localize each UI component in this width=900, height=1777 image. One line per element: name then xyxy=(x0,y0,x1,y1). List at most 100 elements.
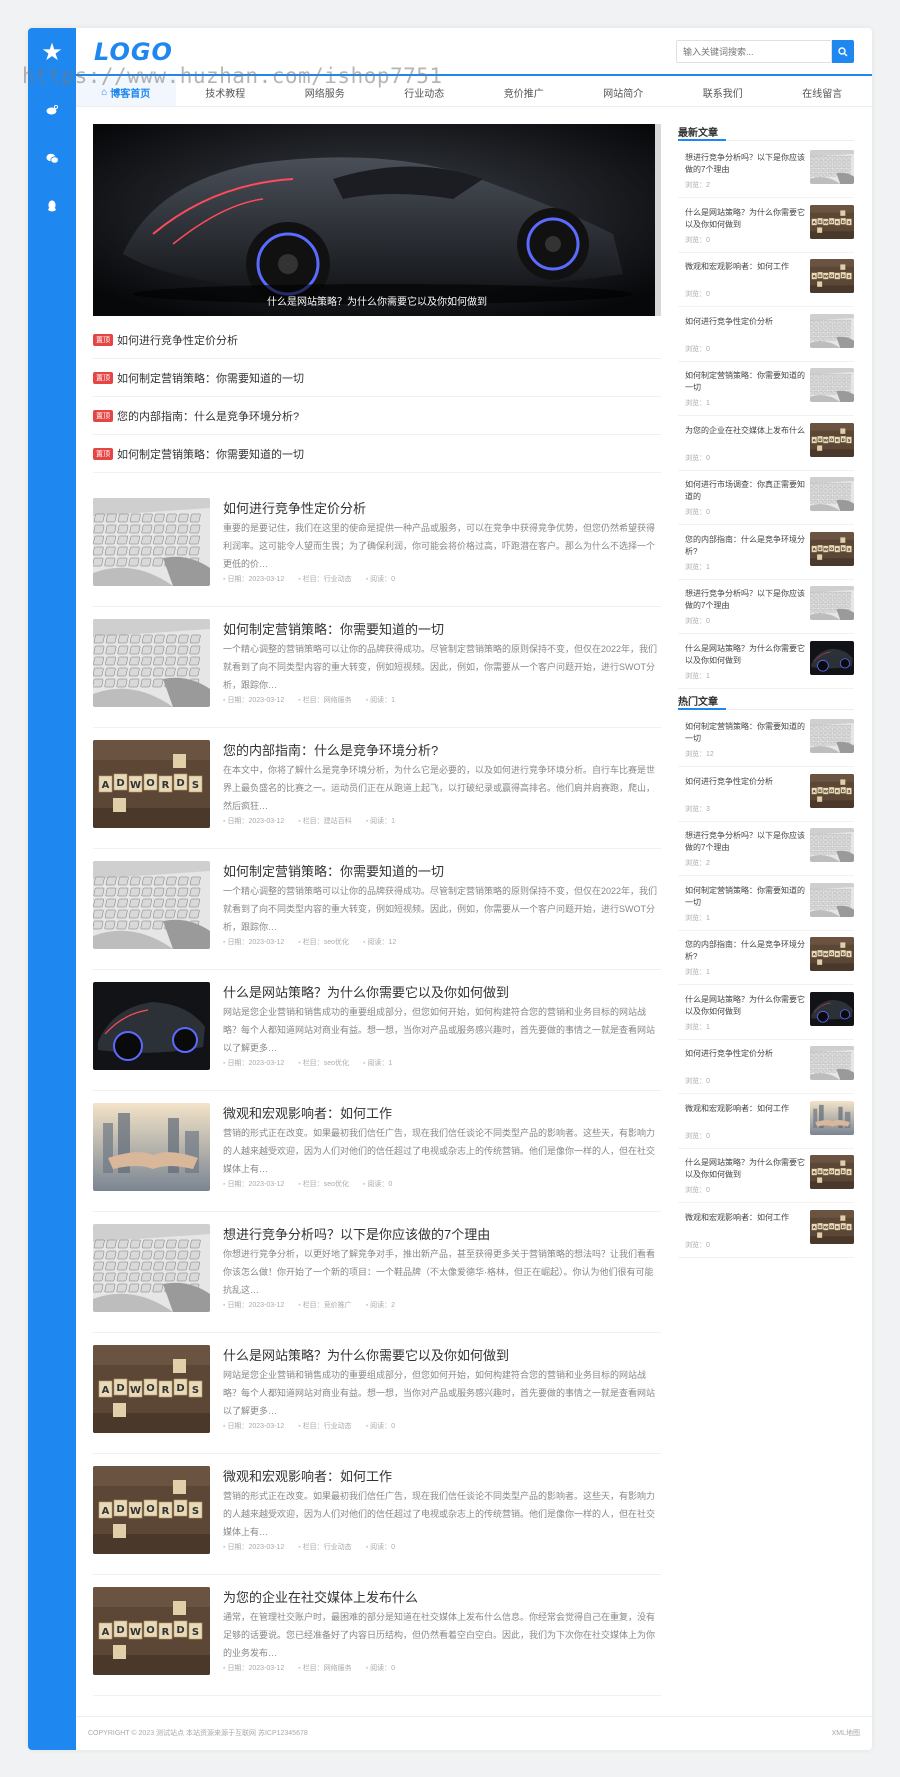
post-title[interactable]: 如何进行竞争性定价分析 xyxy=(223,498,366,517)
notice-item[interactable]: 置顶 如何进行竞争性定价分析 xyxy=(93,321,661,359)
sidebar-article-thumbnail[interactable] xyxy=(810,368,854,402)
sidebar-article[interactable]: 您的内部指南：什么是竞争环境分析? 浏览：1 ADWORDS xyxy=(678,526,854,580)
sidebar-article[interactable]: 如何进行竞争性定价分析 浏览：3 ADWORDS xyxy=(678,768,854,822)
sidebar-article[interactable]: 什么是网站策略？为什么你需要它以及你如何做到 浏览：1 xyxy=(678,635,854,689)
post-column[interactable]: 栏目：行业动态 xyxy=(298,574,352,584)
post-item[interactable]: 想进行竞争分析吗？以下是你应该做的7个理由 你想进行竞争分析，以更好地了解竞争对… xyxy=(93,1212,661,1333)
sidebar-article[interactable]: 什么是网站策略？为什么你需要它以及你如何做到 浏览：1 xyxy=(678,986,854,1040)
post-title[interactable]: 什么是网站策略？为什么你需要它以及你如何做到 xyxy=(223,1345,509,1364)
nav-ads[interactable]: 竞价推广 xyxy=(474,77,574,107)
post-column[interactable]: 栏目：行业动态 xyxy=(298,1421,352,1431)
sidebar-article[interactable]: 您的内部指南：什么是竞争环境分析? 浏览：1 ADWORDS xyxy=(678,931,854,985)
post-item[interactable]: 什么是网站策略？为什么你需要它以及你如何做到 网站是您企业营销和销售成功的重要组… xyxy=(93,970,661,1091)
sidebar-article-title[interactable]: 如何进行竞争性定价分析 xyxy=(685,1048,805,1060)
post-column[interactable]: 栏目：网络服务 xyxy=(298,1663,352,1673)
sidebar-article-title[interactable]: 微观和宏观影响者：如何工作 xyxy=(685,1212,805,1224)
sidebar-article-title[interactable]: 微观和宏观影响者：如何工作 xyxy=(685,261,805,273)
sidebar-article-thumbnail[interactable] xyxy=(810,991,854,1026)
xml-sitemap-link[interactable]: XML地图 xyxy=(832,1728,860,1738)
post-title[interactable]: 如何制定营销策略：你需要知道的一切 xyxy=(223,861,444,880)
sidebar-article-title[interactable]: 您的内部指南：什么是竞争环境分析? xyxy=(685,534,805,558)
sidebar-article-title[interactable]: 为您的企业在社交媒体上发布什么 xyxy=(685,425,805,437)
sidebar-article-title[interactable]: 如何进行竞争性定价分析 xyxy=(685,316,805,328)
sidebar-article-thumbnail[interactable]: ADWORDS xyxy=(810,531,854,566)
sidebar-article-thumbnail[interactable] xyxy=(810,150,854,184)
post-title[interactable]: 微观和宏观影响者：如何工作 xyxy=(223,1103,392,1122)
sidebar-article-thumbnail[interactable]: ADWORDS xyxy=(810,773,854,808)
sidebar-article-title[interactable]: 如何进行竞争性定价分析 xyxy=(685,776,805,788)
post-column[interactable]: 栏目：seo优化 xyxy=(298,1058,349,1068)
sidebar-article[interactable]: 想进行竞争分析吗？以下是你应该做的7个理由 浏览：2 xyxy=(678,144,854,198)
post-column[interactable]: 栏目：行业动态 xyxy=(298,1542,352,1552)
post-column[interactable]: 栏目：竞价推广 xyxy=(298,1300,352,1310)
post-title[interactable]: 为您的企业在社交媒体上发布什么 xyxy=(223,1587,418,1606)
sidebar-article-thumbnail[interactable] xyxy=(810,719,854,753)
post-title[interactable]: 什么是网站策略？为什么你需要它以及你如何做到 xyxy=(223,982,509,1001)
post-item[interactable]: 如何制定营销策略：你需要知道的一切 一个精心调整的营销策略可以让你的品牌获得成功… xyxy=(93,607,661,728)
sidebar-article[interactable]: 什么是网站策略？为什么你需要它以及你如何做到 浏览：0 ADWORDS xyxy=(678,199,854,253)
sidebar-article[interactable]: 如何制定营销策略：你需要知道的一切 浏览：12 xyxy=(678,713,854,767)
sidebar-article-title[interactable]: 您的内部指南：什么是竞争环境分析? xyxy=(685,939,805,963)
notice-item[interactable]: 置顶 如何制定营销策略：你需要知道的一切 xyxy=(93,435,661,473)
post-column[interactable]: 栏目：建站百科 xyxy=(298,816,352,826)
sidebar-article-thumbnail[interactable]: ADWORDS xyxy=(810,1209,854,1244)
post-item[interactable]: 如何制定营销策略：你需要知道的一切 一个精心调整的营销策略可以让你的品牌获得成功… xyxy=(93,849,661,970)
sidebar-article-title[interactable]: 如何制定营销策略：你需要知道的一切 xyxy=(685,885,805,909)
nav-contact[interactable]: 联系我们 xyxy=(673,77,773,107)
post-thumbnail[interactable] xyxy=(93,1224,210,1312)
sidebar-article[interactable]: 想进行竞争分析吗？以下是你应该做的7个理由 浏览：0 xyxy=(678,580,854,634)
sidebar-article[interactable]: 想进行竞争分析吗？以下是你应该做的7个理由 浏览：2 xyxy=(678,822,854,876)
notice-item[interactable]: 置顶 如何制定营销策略：你需要知道的一切 xyxy=(93,359,661,397)
sidebar-article-title[interactable]: 想进行竞争分析吗？以下是你应该做的7个理由 xyxy=(685,152,805,176)
sidebar-article-thumbnail[interactable]: ADWORDS xyxy=(810,1155,854,1189)
sidebar-article-thumbnail[interactable]: ADWORDS xyxy=(810,259,854,293)
sidebar-article-thumbnail[interactable]: ADWORDS xyxy=(810,204,854,239)
sidebar-article-thumbnail[interactable] xyxy=(810,477,854,511)
post-item[interactable]: ADWORDS 什么是网站策略？为什么你需要它以及你如何做到 网站是您企业营销和… xyxy=(93,1333,661,1454)
sidebar-article[interactable]: 如何进行市场调查：你真正需要知道的 浏览：0 xyxy=(678,471,854,525)
nav-about[interactable]: 网站简介 xyxy=(574,77,674,107)
sidebar-article-title[interactable]: 什么是网站策略？为什么你需要它以及你如何做到 xyxy=(685,1157,805,1181)
post-thumbnail[interactable] xyxy=(93,619,210,707)
search-button[interactable] xyxy=(832,40,854,63)
post-thumbnail[interactable]: ADWORDS xyxy=(93,1587,210,1675)
post-thumbnail[interactable]: ADWORDS xyxy=(93,1345,210,1433)
sidebar-article-thumbnail[interactable] xyxy=(810,1100,854,1135)
post-thumbnail[interactable] xyxy=(93,861,210,949)
wechat-icon[interactable] xyxy=(42,148,62,168)
post-thumbnail[interactable] xyxy=(93,498,210,586)
sidebar-article[interactable]: 微观和宏观影响者：如何工作 浏览：0 ADWORDS xyxy=(678,253,854,307)
sidebar-article-title[interactable]: 想进行竞争分析吗？以下是你应该做的7个理由 xyxy=(685,588,805,612)
hero-banner[interactable]: 什么是网站策略？为什么你需要它以及你如何做到 xyxy=(93,124,661,316)
site-logo[interactable]: LOGO xyxy=(94,38,173,66)
sidebar-article-thumbnail[interactable] xyxy=(810,882,854,917)
post-column[interactable]: 栏目：seo优化 xyxy=(298,1179,349,1189)
sidebar-article[interactable]: 什么是网站策略？为什么你需要它以及你如何做到 浏览：0 ADWORDS xyxy=(678,1149,854,1203)
post-item[interactable]: 如何进行竞争性定价分析 重要的是要记住，我们在这里的使命是提供一种产品或服务，可… xyxy=(93,486,661,607)
sidebar-article-title[interactable]: 什么是网站策略？为什么你需要它以及你如何做到 xyxy=(685,994,805,1018)
sidebar-article[interactable]: 如何制定营销策略：你需要知道的一切 浏览：1 xyxy=(678,362,854,416)
notice-item[interactable]: 置顶 您的内部指南：什么是竞争环境分析? xyxy=(93,397,661,435)
post-thumbnail[interactable]: ADWORDS xyxy=(93,740,210,828)
post-title[interactable]: 如何制定营销策略：你需要知道的一切 xyxy=(223,619,444,638)
sidebar-article-title[interactable]: 微观和宏观影响者：如何工作 xyxy=(685,1103,805,1115)
sidebar-article-thumbnail[interactable] xyxy=(810,313,854,348)
post-item[interactable]: 微观和宏观影响者：如何工作 营销的形式正在改变。如果最初我们信任广告，现在我们信… xyxy=(93,1091,661,1212)
sidebar-article-title[interactable]: 什么是网站策略？为什么你需要它以及你如何做到 xyxy=(685,207,805,231)
post-item[interactable]: ADWORDS 微观和宏观影响者：如何工作 营销的形式正在改变。如果最初我们信任… xyxy=(93,1454,661,1575)
post-thumbnail[interactable]: ADWORDS xyxy=(93,1466,210,1554)
sidebar-article[interactable]: 微观和宏观影响者：如何工作 浏览：0 xyxy=(678,1095,854,1149)
qq-icon[interactable] xyxy=(42,196,62,216)
nav-guestbook[interactable]: 在线留言 xyxy=(773,77,873,107)
post-thumbnail[interactable] xyxy=(93,982,210,1070)
sidebar-article-thumbnail[interactable] xyxy=(810,828,854,862)
sidebar-article[interactable]: 如何制定营销策略：你需要知道的一切 浏览：1 xyxy=(678,877,854,931)
sidebar-article[interactable]: 为您的企业在社交媒体上发布什么 浏览：0 ADWORDS xyxy=(678,417,854,471)
sidebar-article-title[interactable]: 想进行竞争分析吗？以下是你应该做的7个理由 xyxy=(685,830,805,854)
sidebar-article-thumbnail[interactable] xyxy=(810,640,854,675)
sidebar-article-thumbnail[interactable]: ADWORDS xyxy=(810,422,854,457)
post-item[interactable]: ADWORDS 您的内部指南：什么是竞争环境分析? 在本文中，你将了解什么是竞争… xyxy=(93,728,661,849)
post-title[interactable]: 您的内部指南：什么是竞争环境分析? xyxy=(223,740,438,759)
sidebar-article-title[interactable]: 如何进行市场调查：你真正需要知道的 xyxy=(685,479,805,503)
sidebar-article-title[interactable]: 什么是网站策略？为什么你需要它以及你如何做到 xyxy=(685,643,805,667)
